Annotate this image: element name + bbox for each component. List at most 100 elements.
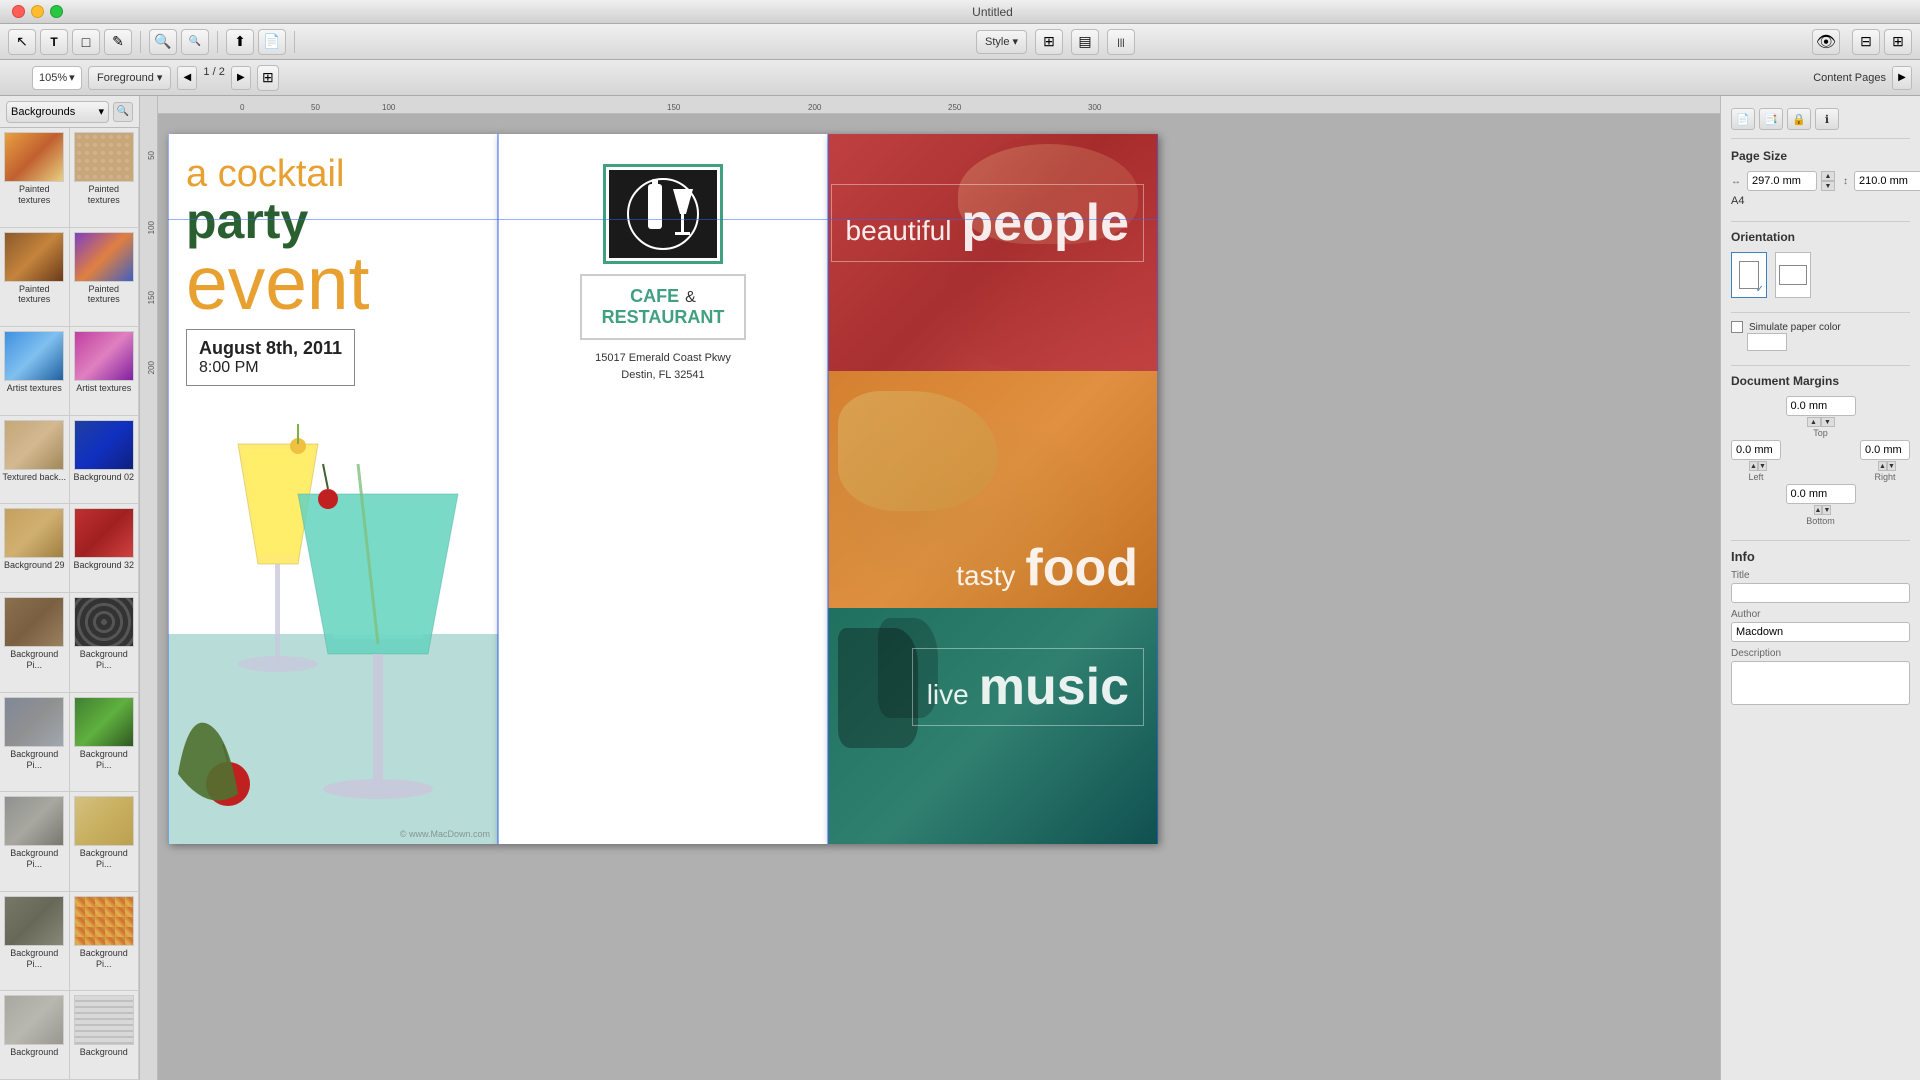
guide-v: [1157, 134, 1158, 844]
page-icon[interactable]: 📄: [1731, 108, 1755, 130]
address-line2: Destin, FL 32541: [595, 367, 731, 384]
list-item[interactable]: Background: [0, 991, 70, 1080]
list-item[interactable]: Background Pi...: [70, 693, 140, 793]
simulate-checkbox[interactable]: [1731, 321, 1743, 333]
section2-small: tasty: [956, 560, 1015, 592]
list-item[interactable]: Artist textures: [70, 327, 140, 416]
list-item[interactable]: Background: [70, 991, 140, 1080]
pages-icon[interactable]: 📑: [1759, 108, 1783, 130]
share-tool[interactable]: ⬆: [226, 29, 254, 55]
list-item[interactable]: Painted textures: [70, 128, 140, 228]
prev-page-button[interactable]: ◀: [177, 66, 197, 90]
sidebar-toggle[interactable]: ⊟: [1852, 29, 1880, 55]
pen-tool[interactable]: ✎: [104, 29, 132, 55]
style-dropdown[interactable]: Style ▾: [976, 30, 1027, 54]
list-item[interactable]: Background Pi...: [0, 593, 70, 693]
bottom-down[interactable]: ▼: [1822, 505, 1831, 515]
width-up[interactable]: ▲: [1821, 171, 1835, 181]
paper-color-swatch[interactable]: [1747, 333, 1787, 351]
list-item[interactable]: Painted textures: [0, 228, 70, 328]
search-button[interactable]: 🔍: [113, 102, 133, 122]
list-item[interactable]: Background Pi...: [0, 693, 70, 793]
left-down[interactable]: ▼: [1758, 461, 1767, 471]
right-down[interactable]: ▼: [1887, 461, 1896, 471]
maximize-button[interactable]: [50, 5, 63, 18]
thumbnail: [4, 420, 64, 470]
book-tool[interactable]: 📄: [258, 29, 286, 55]
title-bar: Untitled: [0, 0, 1920, 24]
divider: [1731, 365, 1910, 366]
top-down[interactable]: ▼: [1821, 417, 1835, 427]
left-up[interactable]: ▲: [1749, 461, 1758, 471]
left-stepper[interactable]: ▲ ▼: [1749, 461, 1763, 471]
top-up[interactable]: ▲: [1807, 417, 1821, 427]
layer-dropdown[interactable]: Foreground ▾: [88, 66, 171, 90]
layout-button[interactable]: ▤: [1071, 29, 1099, 55]
right-margin-input[interactable]: [1860, 440, 1910, 460]
height-input[interactable]: [1854, 171, 1920, 191]
people-section: beautiful people: [828, 134, 1158, 371]
list-item[interactable]: Background Pi...: [70, 892, 140, 992]
list-item[interactable]: Background Pi...: [70, 792, 140, 892]
pointer-tool[interactable]: ↖: [8, 29, 36, 55]
top-stepper[interactable]: ▲ ▼: [1807, 417, 1835, 427]
list-item[interactable]: Background 02: [70, 416, 140, 505]
width-input[interactable]: [1747, 171, 1817, 191]
description-textarea[interactable]: [1731, 661, 1910, 705]
next-page-button[interactable]: ▶: [231, 66, 251, 90]
page-navigation: ◀ 1 / 2 ▶: [177, 66, 250, 90]
left-label: Left: [1748, 472, 1763, 482]
right-up[interactable]: ▲: [1878, 461, 1887, 471]
inspector-toggle[interactable]: ⊞: [1884, 29, 1912, 55]
rect-tool[interactable]: □: [72, 29, 100, 55]
vertical-ruler: 50 100 150 200: [140, 96, 158, 1080]
list-item[interactable]: Painted textures: [0, 128, 70, 228]
lock-icon[interactable]: 🔒: [1787, 108, 1811, 130]
list-item[interactable]: Background Pi...: [0, 892, 70, 992]
width-stepper[interactable]: ▲ ▼: [1821, 171, 1835, 191]
left-margin-input[interactable]: [1731, 440, 1781, 460]
grid-view-button[interactable]: ⊞: [257, 65, 279, 91]
list-item[interactable]: Textured back...: [0, 416, 70, 505]
right-stepper[interactable]: ▲ ▼: [1878, 461, 1892, 471]
author-input[interactable]: [1731, 622, 1910, 642]
top-margin-input[interactable]: [1786, 396, 1856, 416]
text-tool[interactable]: T: [40, 29, 68, 55]
close-button[interactable]: [12, 5, 25, 18]
zoom-display[interactable]: 105% ▾: [32, 66, 82, 90]
list-item[interactable]: Background Pi...: [70, 593, 140, 693]
grid-button[interactable]: ⊞: [1035, 29, 1063, 55]
list-item[interactable]: Background 29: [0, 504, 70, 593]
orientation-label: Orientation: [1731, 230, 1910, 244]
description-field-label: Description: [1731, 648, 1910, 659]
bottom-stepper[interactable]: ▲ ▼: [1814, 505, 1828, 515]
list-item[interactable]: Artist textures: [0, 327, 70, 416]
right-panel: 📄 📑 🔒 ℹ Page Size ↔ ▲ ▼ ↕: [1720, 96, 1920, 1080]
backgrounds-sidebar: Backgrounds ▾ 🔍 Painted textures Painted…: [0, 96, 140, 1080]
barcode-button[interactable]: |||: [1107, 29, 1135, 55]
canvas-scroll-area[interactable]: a cocktail party event August 8th, 2011 …: [158, 114, 1720, 1080]
list-item[interactable]: Background 32: [70, 504, 140, 593]
toolbar-center: Style ▾ ⊞ ▤ |||: [303, 29, 1808, 55]
page-size-label: Page Size: [1731, 149, 1910, 163]
divider: [1731, 221, 1910, 222]
bottom-margin-input[interactable]: [1786, 484, 1856, 504]
minimize-button[interactable]: [31, 5, 44, 18]
portrait-option[interactable]: ✓: [1731, 252, 1767, 298]
zoom-out-tool[interactable]: 🔍: [181, 29, 209, 55]
cafe-ampersand: &: [685, 289, 696, 307]
settings-icon[interactable]: ℹ: [1815, 108, 1839, 130]
width-down[interactable]: ▼: [1821, 181, 1835, 191]
zoom-in-tool[interactable]: 🔍: [149, 29, 177, 55]
backgrounds-dropdown[interactable]: Backgrounds ▾: [6, 101, 109, 123]
content-pages-expand[interactable]: ▶: [1892, 66, 1912, 90]
bottom-up[interactable]: ▲: [1814, 505, 1823, 515]
top-margin: ▲ ▼ Top: [1786, 396, 1856, 438]
title-input[interactable]: [1731, 583, 1910, 603]
list-item[interactable]: Background Pi...: [0, 792, 70, 892]
landscape-page: [1779, 265, 1807, 285]
preview-button[interactable]: 👁: [1812, 29, 1840, 55]
item-label: Painted textures: [72, 184, 137, 206]
list-item[interactable]: Painted textures: [70, 228, 140, 328]
landscape-option[interactable]: [1775, 252, 1811, 298]
